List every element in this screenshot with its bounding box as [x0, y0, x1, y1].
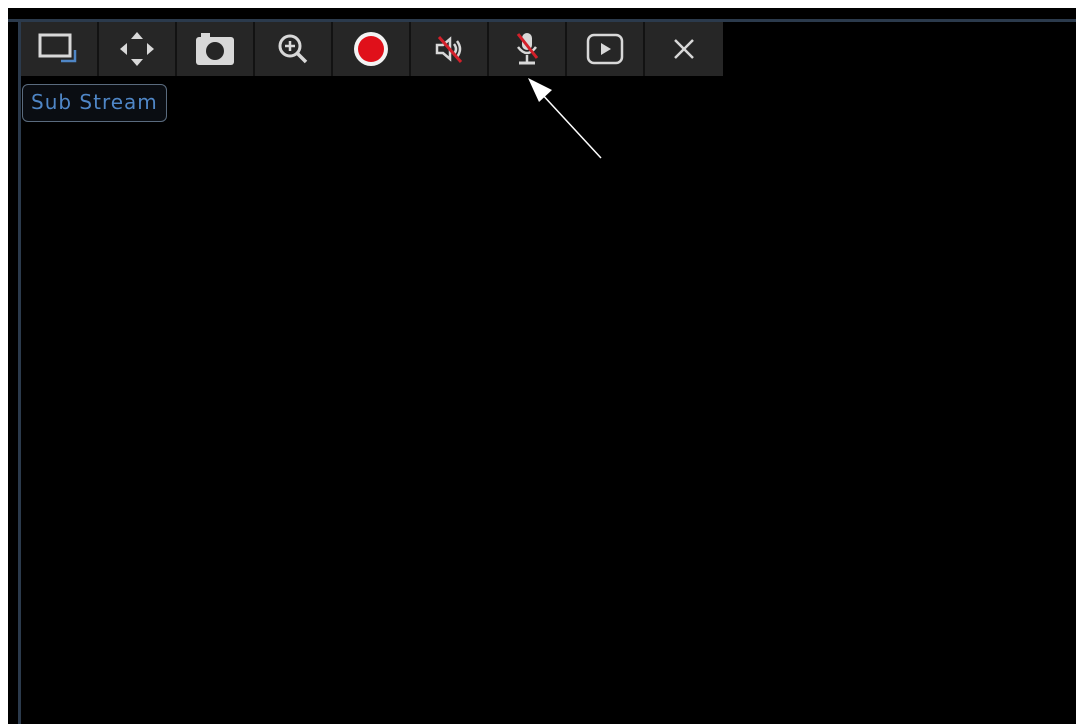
speaker-muted-icon [431, 31, 467, 67]
ptz-arrows-icon [117, 29, 157, 69]
page: Sub Stream [0, 0, 1076, 724]
zoom-button[interactable] [255, 22, 333, 76]
ptz-button[interactable] [99, 22, 177, 76]
play-icon [585, 32, 625, 66]
playback-button[interactable] [567, 22, 645, 76]
close-button[interactable] [645, 22, 723, 76]
audio-button[interactable] [411, 22, 489, 76]
viewport-frame-left [18, 19, 21, 724]
stream-switch-icon [37, 32, 81, 66]
video-viewport[interactable]: Sub Stream [8, 8, 1076, 724]
microphone-muted-icon [510, 29, 544, 69]
snapshot-button[interactable] [177, 22, 255, 76]
camera-icon [194, 31, 236, 67]
talk-button[interactable] [489, 22, 567, 76]
record-icon [351, 29, 391, 69]
close-icon [669, 34, 699, 64]
sub-stream-tooltip: Sub Stream [22, 84, 167, 122]
live-view-toolbar [21, 22, 723, 76]
zoom-in-icon [275, 31, 311, 67]
record-button[interactable] [333, 22, 411, 76]
stream-switch-button[interactable] [21, 22, 99, 76]
